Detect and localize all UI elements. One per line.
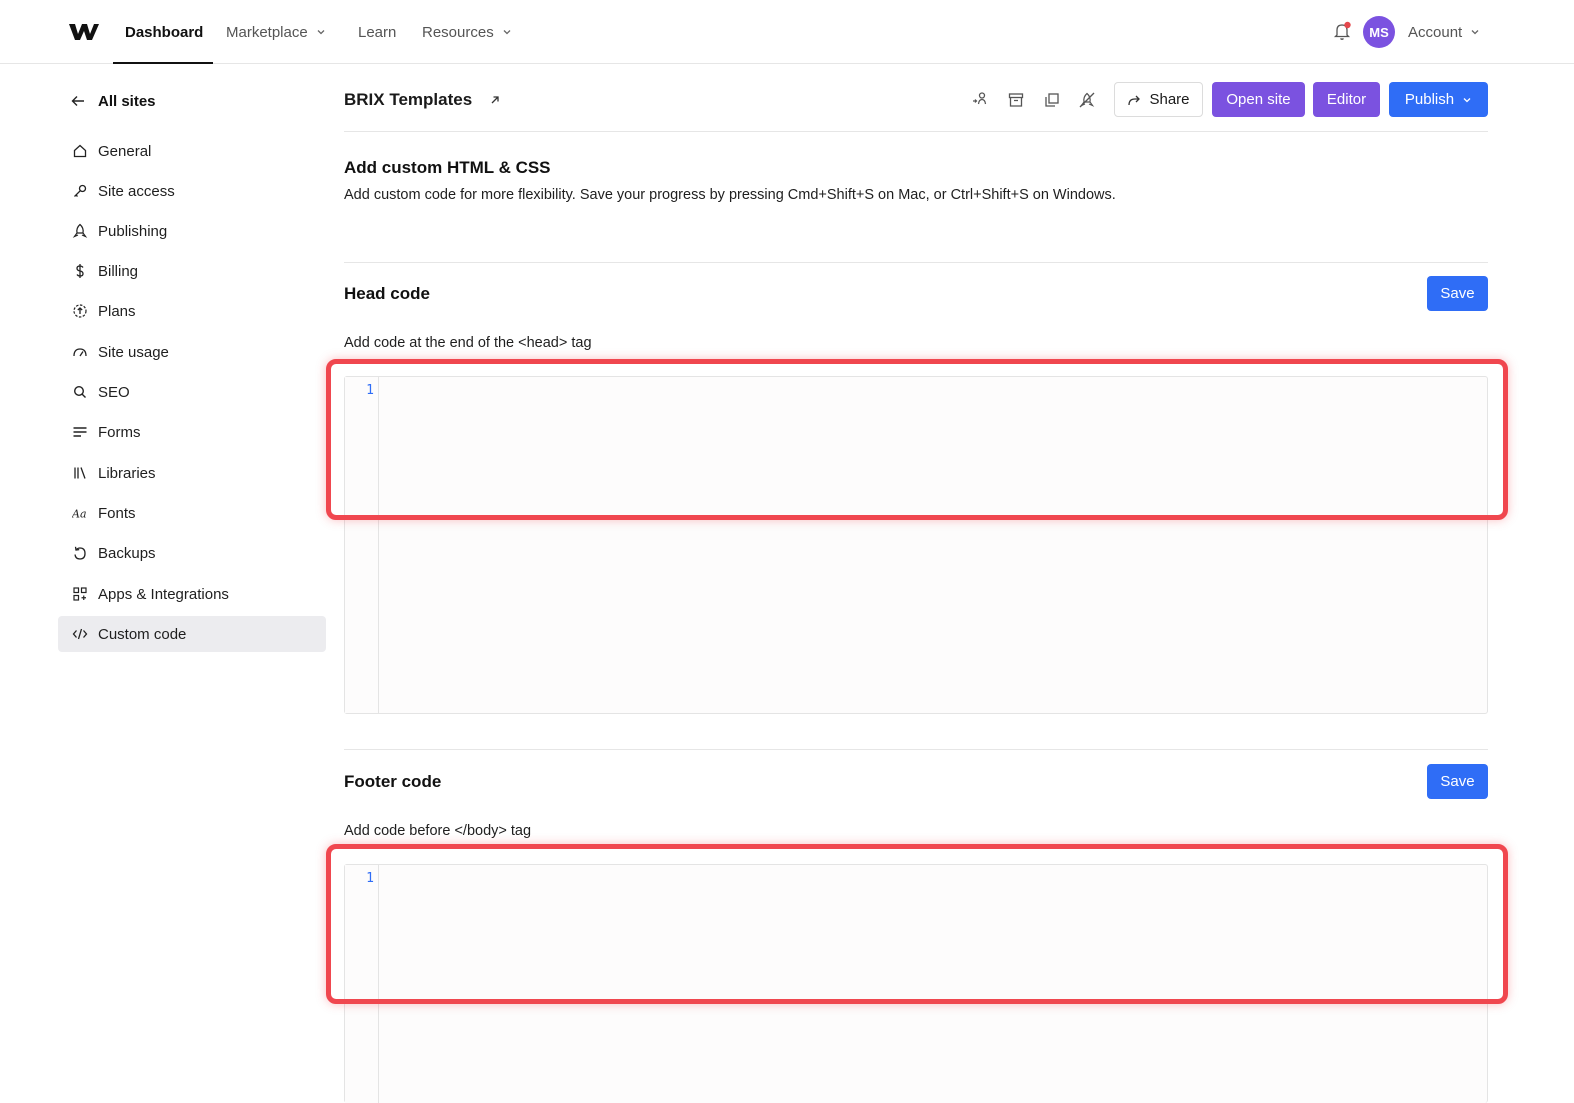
unpublish-icon[interactable] bbox=[1077, 90, 1097, 110]
share-button[interactable]: Share bbox=[1114, 82, 1203, 117]
chevron-down-icon bbox=[503, 30, 511, 35]
sidebar-item-fonts[interactable]: Aa Fonts bbox=[58, 495, 326, 531]
webflow-logo[interactable] bbox=[68, 20, 100, 42]
head-code-field-label: Add code at the end of the <head> tag bbox=[344, 335, 592, 351]
sidebar-item-label: SEO bbox=[98, 383, 130, 401]
divider bbox=[344, 131, 1488, 132]
duplicate-icon[interactable] bbox=[1042, 90, 1062, 110]
intro-title: Add custom HTML & CSS bbox=[344, 158, 551, 177]
divider bbox=[344, 262, 1488, 263]
sidebar-item-label: Site access bbox=[98, 182, 175, 200]
site-title: BRIX Templates bbox=[344, 88, 502, 112]
apps-icon bbox=[72, 586, 88, 602]
transfer-site-icon[interactable] bbox=[970, 90, 990, 110]
sidebar-item-site-access[interactable]: Site access bbox=[58, 173, 326, 209]
line-number-gutter: 1 bbox=[345, 377, 379, 713]
site-title-text: BRIX Templates bbox=[344, 90, 473, 109]
sidebar-item-label: Billing bbox=[98, 262, 139, 280]
code-icon bbox=[72, 626, 88, 642]
sidebar-item-plans[interactable]: Plans bbox=[58, 293, 326, 329]
head-code-title: Head code bbox=[344, 284, 430, 303]
nav-marketplace[interactable]: Marketplace bbox=[226, 0, 326, 64]
share-arrow-icon bbox=[1128, 95, 1141, 105]
rocket-icon bbox=[72, 223, 88, 239]
forms-icon bbox=[72, 424, 88, 440]
publish-label: Publish bbox=[1404, 91, 1455, 108]
external-link-icon[interactable] bbox=[488, 93, 502, 107]
nav-resources[interactable]: Resources bbox=[422, 0, 512, 64]
sidebar-item-label: General bbox=[98, 142, 152, 160]
archive-icon[interactable] bbox=[1006, 90, 1026, 110]
head-code-input[interactable] bbox=[379, 377, 1487, 713]
libraries-icon bbox=[72, 465, 88, 481]
sidebar-item-label: Custom code bbox=[98, 625, 187, 643]
sidebar-item-custom-code[interactable]: Custom code bbox=[58, 616, 326, 652]
avatar[interactable]: MS bbox=[1363, 16, 1395, 48]
divider bbox=[344, 749, 1488, 750]
top-navigation: Dashboard Marketplace Learn Resources MS… bbox=[0, 0, 1574, 64]
sidebar-item-forms[interactable]: Forms bbox=[58, 414, 326, 450]
footer-code-editor[interactable]: 1 bbox=[344, 864, 1488, 1103]
nav-marketplace-label: Marketplace bbox=[226, 23, 308, 41]
nav-learn[interactable]: Learn bbox=[358, 0, 396, 64]
publish-button[interactable]: Publish bbox=[1389, 82, 1488, 117]
open-site-button[interactable]: Open site bbox=[1212, 82, 1305, 117]
editor-button[interactable]: Editor bbox=[1313, 82, 1380, 117]
chevron-down-icon bbox=[1471, 30, 1479, 35]
fonts-icon: Aa bbox=[72, 505, 88, 521]
nav-dashboard-label: Dashboard bbox=[125, 23, 204, 41]
notification-bell-icon[interactable] bbox=[1332, 20, 1352, 42]
sidebar-item-publishing[interactable]: Publishing bbox=[58, 213, 326, 249]
sidebar-item-backups[interactable]: Backups bbox=[58, 535, 326, 571]
sidebar-item-label: Apps & Integrations bbox=[98, 585, 229, 603]
sidebar-item-general[interactable]: General bbox=[58, 133, 326, 169]
footer-code-field-label: Add code before </body> tag bbox=[344, 823, 532, 839]
sidebar-item-label: Backups bbox=[98, 544, 156, 562]
footer-code-title: Footer code bbox=[344, 772, 442, 791]
back-to-all-sites[interactable]: All sites bbox=[70, 88, 156, 114]
notification-dot bbox=[1344, 21, 1351, 29]
sidebar-item-label: Publishing bbox=[98, 222, 168, 240]
head-code-editor[interactable]: 1 bbox=[344, 376, 1488, 714]
nav-resources-label: Resources bbox=[422, 23, 494, 41]
line-number-gutter: 1 bbox=[345, 865, 379, 1103]
sidebar-item-label: Fonts bbox=[98, 504, 136, 522]
svg-text:Aa: Aa bbox=[72, 508, 87, 521]
nav-dashboard[interactable]: Dashboard bbox=[125, 0, 203, 64]
footer-code-save-button[interactable]: Save bbox=[1427, 764, 1488, 799]
chevron-down-icon bbox=[1463, 97, 1471, 102]
sidebar-item-billing[interactable]: Billing bbox=[58, 253, 326, 289]
sidebar-item-label: Plans bbox=[98, 302, 136, 320]
editor-label: Editor bbox=[1326, 91, 1367, 108]
footer-code-input[interactable] bbox=[379, 865, 1487, 1103]
chevron-down-icon bbox=[317, 30, 325, 35]
arrow-left-icon bbox=[71, 96, 84, 106]
back-label: All sites bbox=[98, 92, 156, 110]
share-label: Share bbox=[1149, 91, 1190, 108]
backup-icon bbox=[72, 545, 88, 561]
account-label: Account bbox=[1408, 23, 1463, 41]
sidebar-item-site-usage[interactable]: Site usage bbox=[58, 334, 326, 370]
gauge-icon bbox=[72, 344, 88, 360]
line-number: 1 bbox=[366, 383, 374, 398]
account-menu[interactable]: Account bbox=[1408, 0, 1480, 64]
home-icon bbox=[72, 143, 88, 159]
plans-icon bbox=[72, 303, 88, 319]
head-code-save-button[interactable]: Save bbox=[1427, 276, 1488, 311]
line-number: 1 bbox=[366, 871, 374, 886]
sidebar-item-label: Forms bbox=[98, 423, 141, 441]
nav-active-indicator bbox=[113, 62, 213, 64]
dollar-icon bbox=[72, 263, 88, 279]
nav-learn-label: Learn bbox=[358, 23, 397, 41]
key-icon bbox=[72, 183, 88, 199]
sidebar-item-libraries[interactable]: Libraries bbox=[58, 455, 326, 491]
search-icon bbox=[72, 384, 88, 400]
sidebar-item-seo[interactable]: SEO bbox=[58, 374, 326, 410]
sidebar-item-label: Libraries bbox=[98, 464, 156, 482]
sidebar-item-label: Site usage bbox=[98, 343, 169, 361]
intro-description: Add custom code for more flexibility. Sa… bbox=[344, 187, 1116, 203]
sidebar-item-apps-integrations[interactable]: Apps & Integrations bbox=[58, 576, 326, 612]
open-site-label: Open site bbox=[1226, 91, 1291, 108]
